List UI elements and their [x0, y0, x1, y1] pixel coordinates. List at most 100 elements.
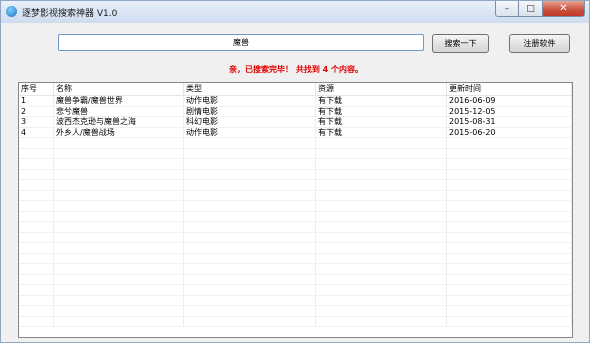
cell-name	[54, 180, 184, 190]
cell-resource	[316, 180, 447, 190]
cell-index	[19, 243, 54, 253]
window-title: 逐梦影视搜索神器 V1.0	[22, 9, 118, 19]
cell-update-time	[447, 222, 572, 232]
table-row[interactable]: 4 外乡人/魔兽战场 动作电影 有下载 2015-06-20	[19, 127, 572, 138]
cell-index	[19, 285, 54, 295]
cell-index	[19, 274, 54, 284]
cell-resource	[316, 264, 447, 274]
cell-name	[54, 316, 184, 326]
cell-index	[19, 316, 54, 326]
cell-index	[19, 138, 54, 148]
cell-update-time	[447, 295, 572, 305]
empty-row	[19, 264, 572, 275]
register-button[interactable]: 注册软件	[509, 34, 570, 53]
empty-row	[19, 159, 572, 170]
cell-type	[184, 169, 316, 179]
cell-name	[54, 159, 184, 169]
cell-name: 悲兮魔兽	[54, 106, 184, 116]
cell-update-time: 2015-08-31	[447, 117, 572, 127]
cell-index	[19, 169, 54, 179]
cell-update-time: 2016-06-09	[447, 96, 572, 106]
cell-name	[54, 243, 184, 253]
table-row[interactable]: 3 波西杰克逊与魔兽之海 科幻电影 有下载 2015-08-31	[19, 117, 572, 128]
close-icon: ✕	[559, 3, 568, 14]
cell-name	[54, 306, 184, 316]
cell-type	[184, 306, 316, 316]
cell-update-time	[447, 211, 572, 221]
cell-resource	[316, 316, 447, 326]
cell-update-time	[447, 243, 572, 253]
cell-index	[19, 253, 54, 263]
empty-row	[19, 169, 572, 180]
cell-name	[54, 222, 184, 232]
cell-type: 动作电影	[184, 96, 316, 106]
cell-resource	[316, 232, 447, 242]
column-header-type[interactable]: 类型	[184, 83, 316, 95]
cell-resource	[316, 274, 447, 284]
empty-row	[19, 253, 572, 264]
cell-name	[54, 264, 184, 274]
cell-index	[19, 190, 54, 200]
cell-update-time	[447, 285, 572, 295]
title-bar[interactable]: 逐梦影视搜索神器 V1.0 – □ ✕	[1, 1, 589, 23]
maximize-button[interactable]: □	[519, 1, 543, 17]
cell-update-time	[447, 232, 572, 242]
cell-index	[19, 264, 54, 274]
app-window: 逐梦影视搜索神器 V1.0 – □ ✕ 搜索一下 注册软件 亲，已搜索完毕！ 共…	[0, 0, 590, 343]
app-logo-icon	[6, 6, 17, 17]
close-button[interactable]: ✕	[543, 1, 585, 17]
cell-name	[54, 211, 184, 221]
empty-row	[19, 306, 572, 317]
cell-index	[19, 222, 54, 232]
cell-type: 剧情电影	[184, 106, 316, 116]
cell-index	[19, 306, 54, 316]
search-button[interactable]: 搜索一下	[432, 34, 489, 53]
cell-index	[19, 159, 54, 169]
cell-update-time	[447, 274, 572, 284]
table-row[interactable]: 1 魔兽争霸/魔兽世界 动作电影 有下载 2016-06-09	[19, 96, 572, 107]
column-header-index[interactable]: 序号	[19, 83, 54, 95]
cell-update-time	[447, 159, 572, 169]
cell-update-time: 2015-06-20	[447, 127, 572, 137]
table-row[interactable]: 2 悲兮魔兽 剧情电影 有下载 2015-12-05	[19, 106, 572, 117]
cell-update-time	[447, 316, 572, 326]
cell-resource: 有下载	[316, 117, 447, 127]
cell-update-time	[447, 264, 572, 274]
cell-type	[184, 285, 316, 295]
cell-resource	[316, 243, 447, 253]
cell-index	[19, 148, 54, 158]
cell-resource	[316, 211, 447, 221]
empty-row	[19, 148, 572, 159]
cell-resource	[316, 148, 447, 158]
cell-type	[184, 253, 316, 263]
cell-update-time	[447, 180, 572, 190]
column-header-name[interactable]: 名称	[54, 83, 184, 95]
window-controls: – □ ✕	[495, 1, 585, 17]
cell-name	[54, 190, 184, 200]
cell-name: 波西杰克逊与魔兽之海	[54, 117, 184, 127]
column-header-resource[interactable]: 资源	[316, 83, 447, 95]
minimize-button[interactable]: –	[495, 1, 519, 17]
cell-index: 2	[19, 106, 54, 116]
cell-type	[184, 180, 316, 190]
cell-index	[19, 211, 54, 221]
cell-resource	[316, 295, 447, 305]
cell-update-time	[447, 306, 572, 316]
cell-index: 4	[19, 127, 54, 137]
cell-resource	[316, 253, 447, 263]
column-header-update-time[interactable]: 更新时间	[447, 83, 572, 95]
cell-type	[184, 148, 316, 158]
cell-resource	[316, 138, 447, 148]
cell-name: 魔兽争霸/魔兽世界	[54, 96, 184, 106]
cell-type	[184, 232, 316, 242]
cell-update-time: 2015-12-05	[447, 106, 572, 116]
cell-resource	[316, 285, 447, 295]
cell-index	[19, 295, 54, 305]
minimize-icon: –	[504, 3, 510, 14]
cell-index	[19, 232, 54, 242]
cell-type: 科幻电影	[184, 117, 316, 127]
cell-name: 外乡人/魔兽战场	[54, 127, 184, 137]
cell-name	[54, 274, 184, 284]
cell-type	[184, 295, 316, 305]
search-input[interactable]	[58, 34, 424, 51]
